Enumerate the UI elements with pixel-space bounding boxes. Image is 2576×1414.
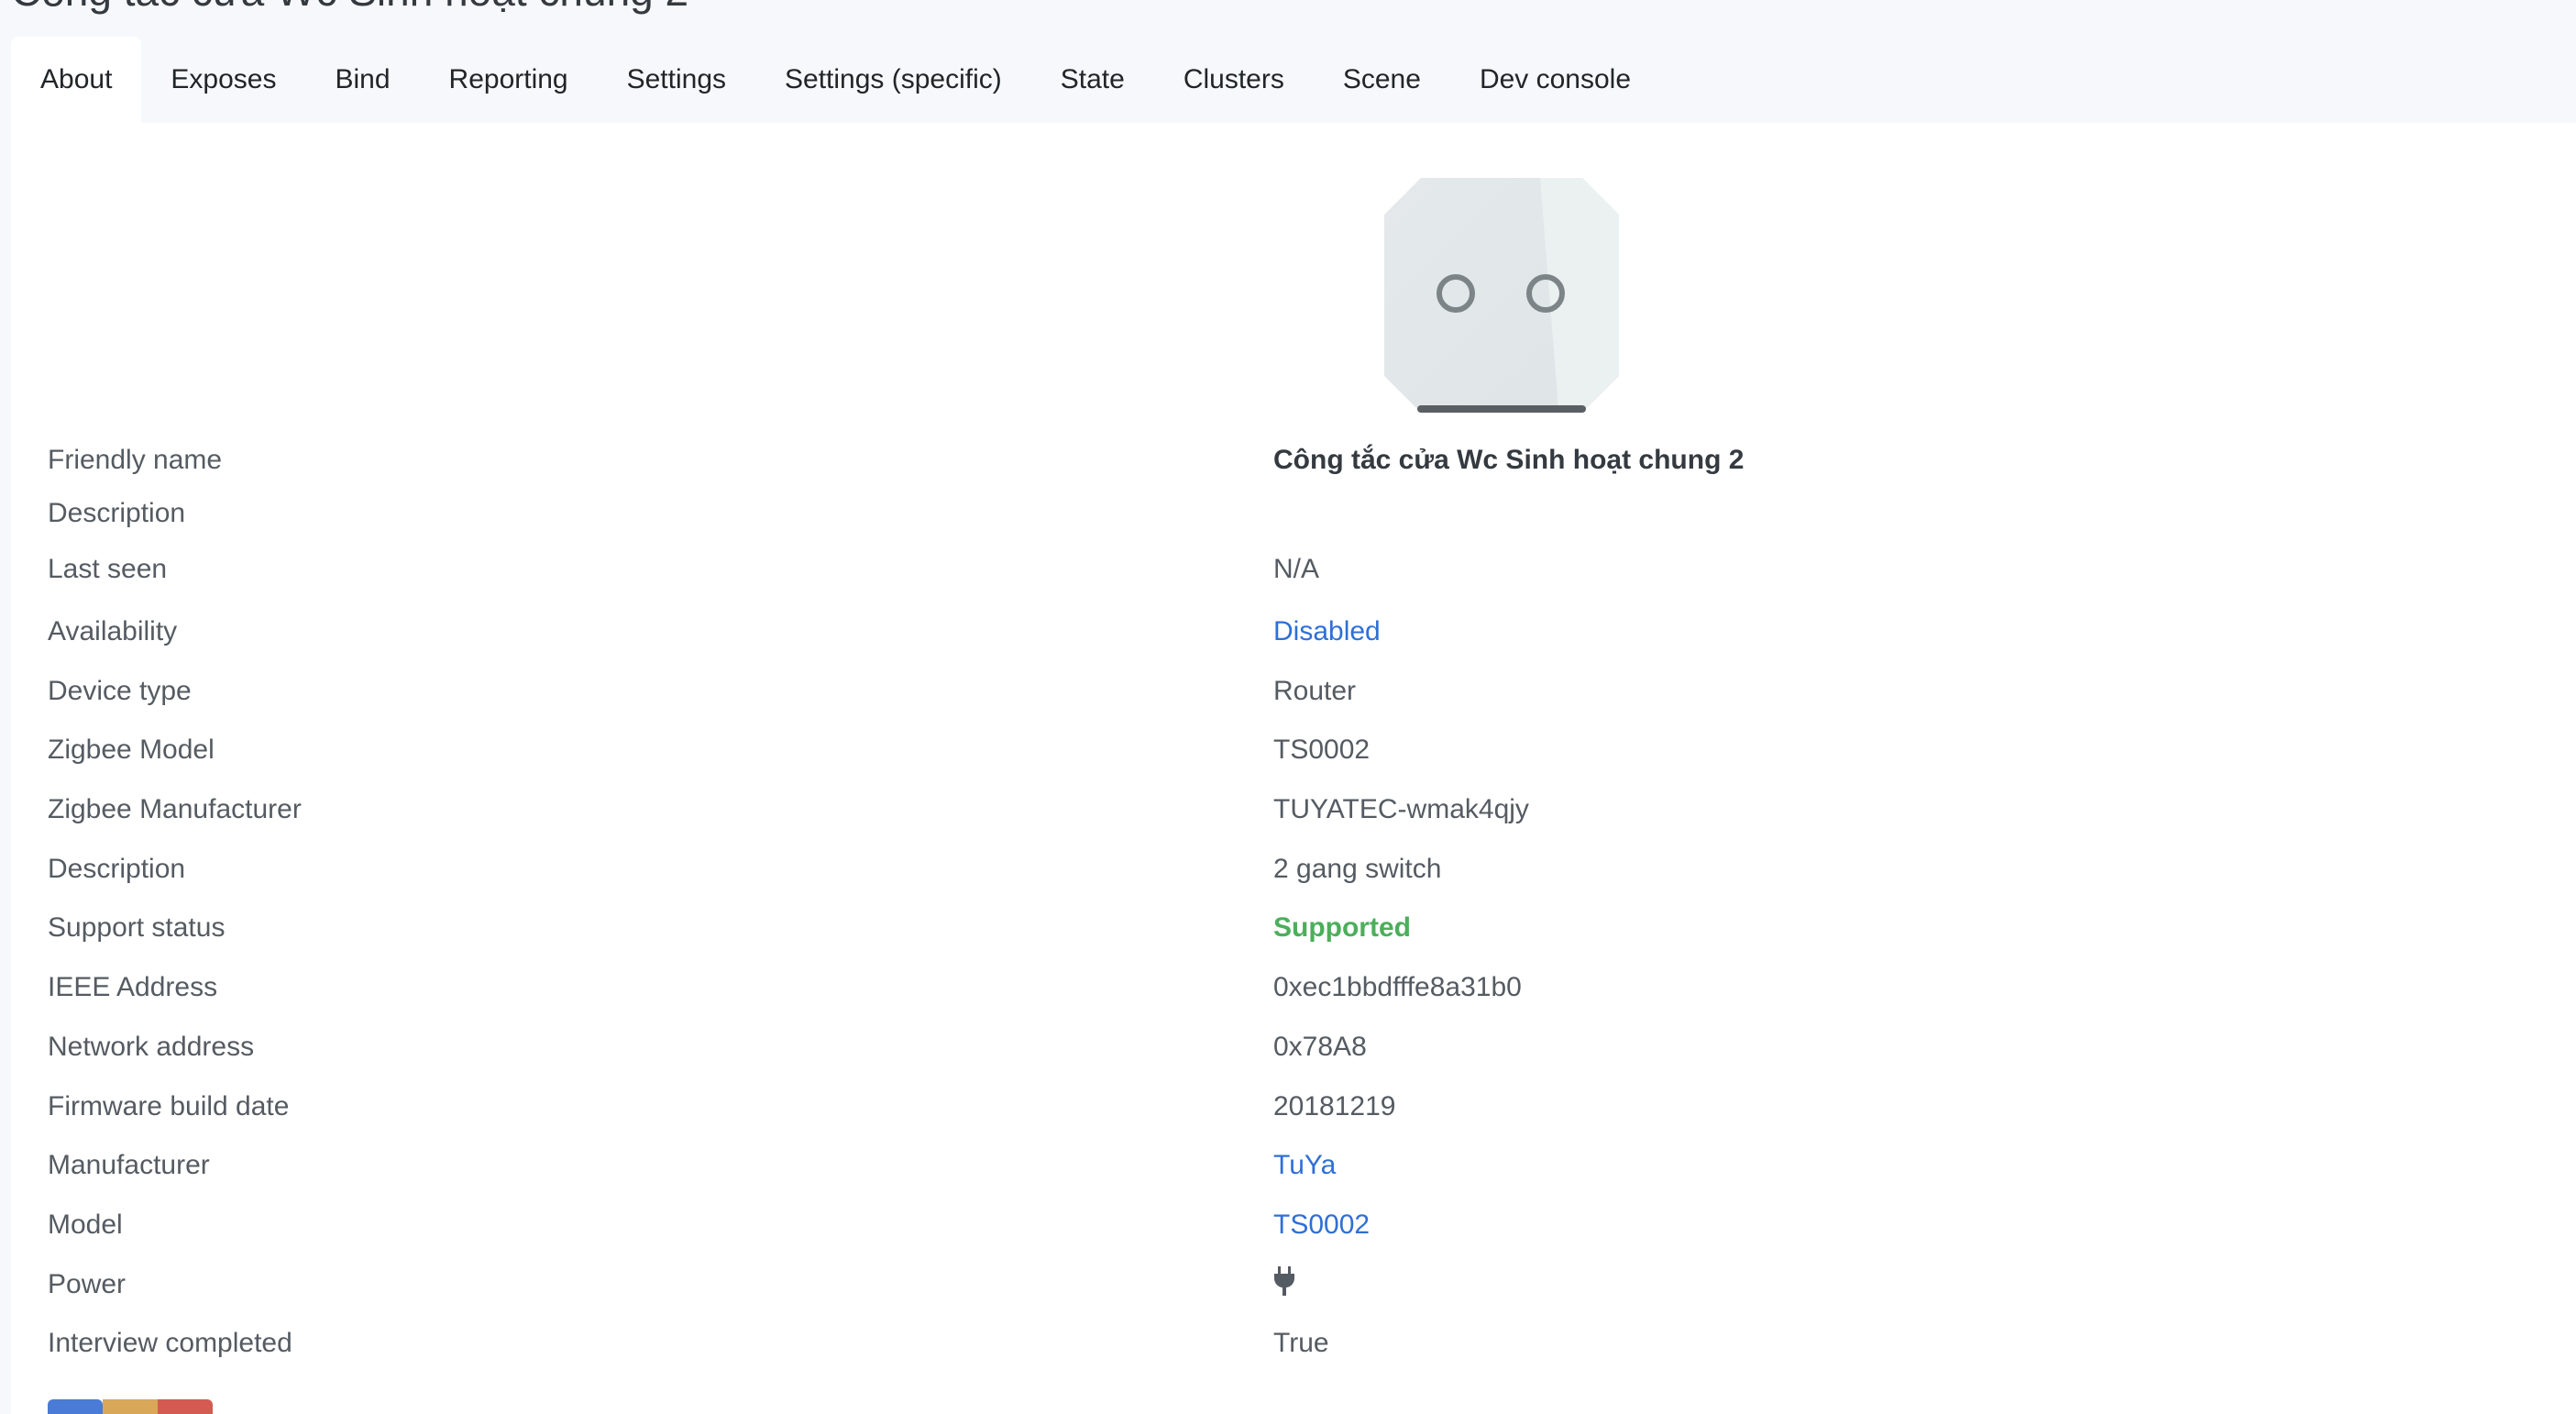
description-label: Description bbox=[48, 853, 186, 884]
row-description: Description 2 gang switch bbox=[48, 839, 2523, 899]
tab-settings-specific[interactable]: Settings (specific) bbox=[755, 37, 1031, 123]
tab-state[interactable]: State bbox=[1031, 37, 1154, 123]
friendly-name-label: Friendly name bbox=[48, 445, 223, 476]
tab-settings[interactable]: Settings bbox=[598, 37, 755, 123]
device-page: Công tắc cửa Wc Sinh hoạt chung 2 About … bbox=[0, 0, 2576, 1414]
power-label: Power bbox=[48, 1268, 127, 1299]
zigbee-manufacturer-label: Zigbee Manufacturer bbox=[48, 794, 302, 825]
last-seen-value: N/A bbox=[1273, 553, 1320, 584]
zigbee-manufacturer-value: TUYATEC-wmak4qjy bbox=[1273, 794, 1529, 825]
row-manufacturer: Manufacturer TuYa bbox=[48, 1136, 2523, 1196]
row-network-address: Network address 0x78A8 bbox=[48, 1018, 2523, 1077]
row-model: Model TS0002 bbox=[48, 1196, 2523, 1255]
row-availability: Availability Disabled bbox=[48, 602, 2523, 662]
row-support-status: Support status Supported bbox=[48, 899, 2523, 958]
description-edit-label: Description bbox=[48, 497, 186, 528]
tab-scene[interactable]: Scene bbox=[1314, 37, 1450, 123]
availability-link[interactable]: Disabled bbox=[1273, 616, 1381, 647]
tab-about[interactable]: About bbox=[11, 37, 142, 123]
about-panel: Friendly name Công tắc cửa Wc Sinh hoạt … bbox=[11, 123, 2576, 1414]
tab-bind[interactable]: Bind bbox=[305, 37, 419, 123]
row-device-type: Device type Router bbox=[48, 661, 2523, 721]
row-description-edit: Description bbox=[48, 491, 2523, 536]
action-buttons bbox=[48, 1399, 213, 1414]
tab-reporting[interactable]: Reporting bbox=[420, 37, 598, 123]
firmware-build-date-label: Firmware build date bbox=[48, 1090, 290, 1121]
tab-exposes[interactable]: Exposes bbox=[141, 37, 305, 123]
row-last-seen: Last seen N/A bbox=[48, 536, 2523, 602]
device-details: Friendly name Công tắc cửa Wc Sinh hoạt … bbox=[48, 431, 2523, 1374]
device-type-value: Router bbox=[1273, 675, 1357, 706]
zigbee-model-label: Zigbee Model bbox=[48, 735, 215, 766]
support-status-value: Supported bbox=[1273, 912, 1411, 944]
interview-completed-value: True bbox=[1273, 1328, 1329, 1359]
row-ieee-address: IEEE Address 0xec1bbdfffe8a31b0 bbox=[48, 958, 2523, 1018]
row-power: Power bbox=[48, 1254, 2523, 1314]
device-image bbox=[1384, 178, 1619, 422]
edit-button[interactable] bbox=[48, 1399, 103, 1414]
tab-dev-console[interactable]: Dev console bbox=[1450, 37, 1660, 123]
zigbee-model-value: TS0002 bbox=[1273, 735, 1371, 766]
model-link[interactable]: TS0002 bbox=[1273, 1210, 1370, 1241]
tab-clusters[interactable]: Clusters bbox=[1154, 37, 1314, 123]
row-friendly-name: Friendly name Công tắc cửa Wc Sinh hoạt … bbox=[48, 431, 2523, 491]
plug-icon bbox=[1274, 1265, 1294, 1296]
network-address-value: 0x78A8 bbox=[1273, 1031, 1367, 1062]
ieee-address-label: IEEE Address bbox=[48, 972, 218, 1003]
page-title: Công tắc cửa Wc Sinh hoạt chung 2 bbox=[11, 0, 688, 17]
model-label: Model bbox=[48, 1209, 123, 1240]
remove-button[interactable] bbox=[158, 1399, 213, 1414]
manufacturer-link[interactable]: TuYa bbox=[1273, 1150, 1336, 1181]
row-zigbee-model: Zigbee Model TS0002 bbox=[48, 721, 2523, 780]
row-interview-completed: Interview completed True bbox=[48, 1314, 2523, 1374]
power-value bbox=[1273, 1265, 1295, 1303]
network-address-label: Network address bbox=[48, 1031, 255, 1062]
manufacturer-label: Manufacturer bbox=[48, 1150, 210, 1181]
description-value: 2 gang switch bbox=[1273, 853, 1442, 884]
configure-button[interactable] bbox=[103, 1399, 158, 1414]
interview-completed-label: Interview completed bbox=[48, 1328, 292, 1359]
ieee-address-value: 0xec1bbdfffe8a31b0 bbox=[1273, 972, 1522, 1003]
last-seen-label: Last seen bbox=[48, 553, 168, 584]
wall-switch-image bbox=[1384, 178, 1619, 413]
firmware-build-date-value: 20181219 bbox=[1273, 1090, 1396, 1121]
tab-bar: About Exposes Bind Reporting Settings Se… bbox=[11, 37, 1660, 123]
availability-label: Availability bbox=[48, 616, 178, 647]
support-status-label: Support status bbox=[48, 912, 226, 944]
device-type-label: Device type bbox=[48, 675, 192, 706]
row-zigbee-manufacturer: Zigbee Manufacturer TUYATEC-wmak4qjy bbox=[48, 780, 2523, 840]
row-firmware-build-date: Firmware build date 20181219 bbox=[48, 1077, 2523, 1136]
friendly-name-value: Công tắc cửa Wc Sinh hoạt chung 2 bbox=[1273, 445, 1745, 476]
